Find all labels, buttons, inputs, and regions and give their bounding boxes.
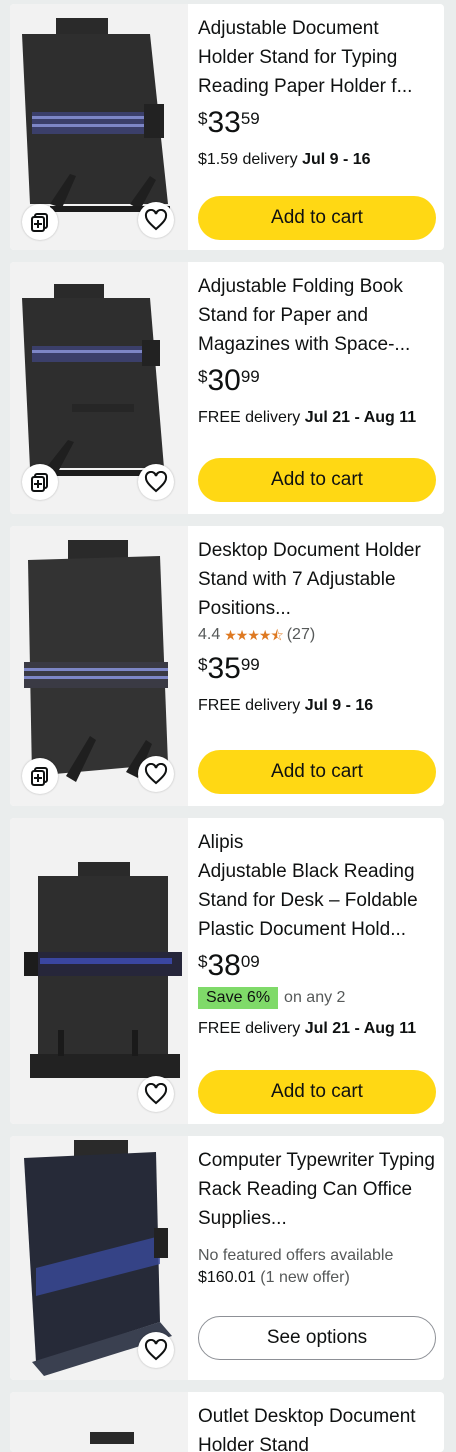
product-title[interactable]: Desktop Document Holder Stand with 7 Adj… bbox=[198, 536, 436, 623]
delivery-prefix: FREE delivery bbox=[198, 1020, 305, 1037]
product-title[interactable]: Adjustable Document Holder Stand for Typ… bbox=[198, 14, 436, 101]
product-card[interactable]: Adjustable Document Holder Stand for Typ… bbox=[10, 4, 444, 250]
delivery-prefix: $1.59 delivery bbox=[198, 151, 303, 168]
delivery-date: Jul 21 - Aug 11 bbox=[304, 409, 417, 426]
price-symbol: $ bbox=[198, 367, 208, 386]
heart-icon bbox=[144, 471, 168, 493]
product-info: Computer Typewriter Typing Rack Reading … bbox=[198, 1136, 436, 1289]
star-rating-icon: ★★★★⯪ bbox=[224, 627, 283, 643]
compare-button[interactable] bbox=[22, 464, 58, 500]
offer-price: $160.01 bbox=[198, 1269, 256, 1286]
product-rating[interactable]: 4.4 ★★★★⯪ (27) bbox=[198, 623, 436, 647]
add-to-cart-button[interactable]: Add to cart bbox=[198, 458, 436, 502]
delivery-info: FREE delivery Jul 9 - 16 bbox=[198, 695, 436, 717]
delivery-date: Jul 21 - Aug 11 bbox=[304, 1020, 417, 1037]
add-to-cart-button[interactable]: Add to cart bbox=[198, 750, 436, 794]
product-card[interactable]: Outlet Desktop Document Holder Stand bbox=[10, 1392, 444, 1452]
product-card[interactable]: Computer Typewriter Typing Rack Reading … bbox=[10, 1136, 444, 1380]
product-info: Adjustable Document Holder Stand for Typ… bbox=[198, 4, 436, 171]
offer-count[interactable]: (1 new offer) bbox=[260, 1269, 350, 1286]
product-title[interactable]: Adjustable Folding Book Stand for Paper … bbox=[198, 272, 436, 359]
product-info: Desktop Document Holder Stand with 7 Adj… bbox=[198, 526, 436, 717]
wishlist-button[interactable] bbox=[138, 756, 174, 792]
wishlist-button[interactable] bbox=[138, 464, 174, 500]
heart-icon bbox=[144, 1339, 168, 1361]
compare-icon bbox=[31, 473, 48, 492]
save-offer[interactable]: Save 6% on any 2 bbox=[198, 986, 436, 1010]
delivery-info: FREE delivery Jul 21 - Aug 11 bbox=[198, 1018, 436, 1040]
product-info: Alipis Adjustable Black Reading Stand fo… bbox=[198, 818, 436, 1040]
product-card[interactable]: Alipis Adjustable Black Reading Stand fo… bbox=[10, 818, 444, 1124]
price-fraction: 99 bbox=[240, 655, 260, 674]
add-to-cart-button[interactable]: Add to cart bbox=[198, 196, 436, 240]
see-options-button[interactable]: See options bbox=[198, 1316, 436, 1360]
product-title[interactable]: Adjustable Black Reading Stand for Desk … bbox=[198, 857, 436, 944]
compare-button[interactable] bbox=[22, 204, 58, 240]
heart-icon bbox=[144, 763, 168, 785]
heart-icon bbox=[144, 209, 168, 231]
price-whole: 38 bbox=[207, 949, 241, 982]
compare-button[interactable] bbox=[22, 758, 58, 794]
delivery-info: FREE delivery Jul 21 - Aug 11 bbox=[198, 407, 436, 429]
product-info: Outlet Desktop Document Holder Stand bbox=[198, 1392, 436, 1452]
delivery-date: Jul 9 - 16 bbox=[304, 697, 374, 714]
save-offer-text: on any 2 bbox=[284, 989, 346, 1006]
add-to-cart-button[interactable]: Add to cart bbox=[198, 1070, 436, 1114]
product-info: Adjustable Folding Book Stand for Paper … bbox=[198, 262, 436, 429]
save-badge: Save 6% bbox=[198, 987, 279, 1009]
price-symbol: $ bbox=[198, 109, 208, 128]
heart-icon bbox=[144, 1083, 168, 1105]
product-title[interactable]: Computer Typewriter Typing Rack Reading … bbox=[198, 1146, 436, 1233]
delivery-prefix: FREE delivery bbox=[198, 409, 305, 426]
price-fraction: 09 bbox=[240, 952, 260, 971]
offer-info: $160.01 (1 new offer) bbox=[198, 1267, 436, 1289]
compare-icon bbox=[31, 767, 48, 786]
product-title[interactable]: Outlet Desktop Document Holder Stand bbox=[198, 1402, 436, 1452]
price-whole: 33 bbox=[207, 106, 241, 139]
product-list: Adjustable Document Holder Stand for Typ… bbox=[0, 0, 456, 1452]
price-fraction: 99 bbox=[240, 367, 260, 386]
wishlist-button[interactable] bbox=[138, 202, 174, 238]
product-price: $ 30 99 bbox=[198, 363, 436, 399]
price-symbol: $ bbox=[198, 952, 208, 971]
rating-value: 4.4 bbox=[198, 626, 221, 643]
product-price: $ 35 99 bbox=[198, 651, 436, 687]
product-price: $ 33 59 bbox=[198, 105, 436, 141]
price-whole: 30 bbox=[207, 364, 241, 397]
product-brand: Alipis bbox=[198, 832, 244, 853]
price-fraction: 59 bbox=[240, 109, 260, 128]
price-symbol: $ bbox=[198, 655, 208, 674]
product-price: $ 38 09 bbox=[198, 948, 436, 984]
wishlist-button[interactable] bbox=[138, 1076, 174, 1112]
delivery-prefix: FREE delivery bbox=[198, 697, 305, 714]
delivery-date: Jul 9 - 16 bbox=[302, 151, 371, 168]
price-whole: 35 bbox=[207, 652, 241, 685]
delivery-info: $1.59 delivery Jul 9 - 16 bbox=[198, 149, 436, 171]
product-card[interactable]: Adjustable Folding Book Stand for Paper … bbox=[10, 262, 444, 514]
document-holder-image bbox=[90, 1432, 134, 1444]
wishlist-button[interactable] bbox=[138, 1332, 174, 1368]
review-count: (27) bbox=[286, 626, 316, 643]
product-image[interactable] bbox=[10, 1392, 188, 1452]
no-offers-text: No featured offers available bbox=[198, 1247, 394, 1264]
compare-icon bbox=[31, 213, 48, 232]
product-card[interactable]: Desktop Document Holder Stand with 7 Adj… bbox=[10, 526, 444, 806]
